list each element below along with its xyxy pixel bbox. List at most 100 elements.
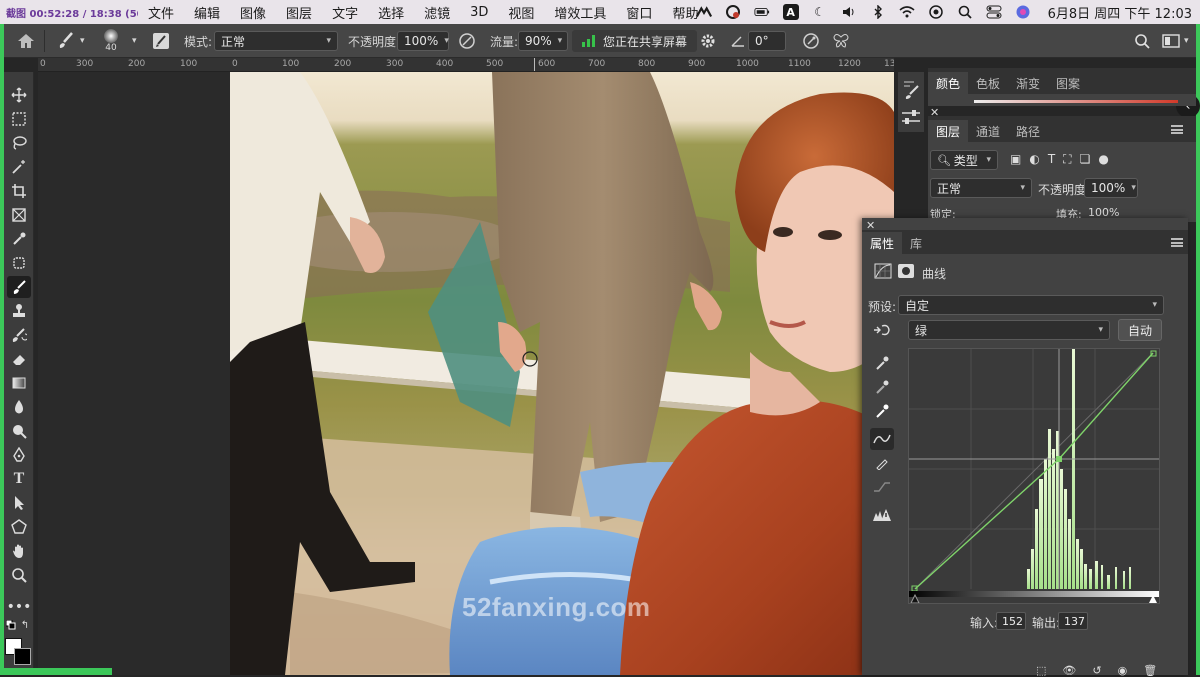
healing-brush-icon[interactable] xyxy=(7,252,31,274)
edit-points-curve-icon[interactable] xyxy=(870,428,894,450)
curve-control-point[interactable] xyxy=(1056,456,1062,462)
reset-icon[interactable]: ↺ xyxy=(1092,664,1101,677)
smooth-curve-icon[interactable] xyxy=(870,476,894,498)
filter-pixel-icon[interactable]: ▣ xyxy=(1010,152,1021,167)
crop-tool-icon[interactable] xyxy=(7,180,31,202)
menu-3d[interactable]: 3D xyxy=(470,5,488,20)
color-slider[interactable] xyxy=(974,100,1178,103)
path-selection-icon[interactable] xyxy=(7,492,31,514)
symmetry-butterfly-icon[interactable] xyxy=(832,24,850,58)
menu-select[interactable]: 选择 xyxy=(378,3,404,22)
frame-tool-icon[interactable] xyxy=(7,204,31,226)
blend-mode-select[interactable]: 正常 ▾ xyxy=(930,178,1032,198)
clipping-warning-icon[interactable] xyxy=(870,504,894,526)
menu-file[interactable]: 文件 xyxy=(148,3,174,22)
tab-patterns[interactable]: 图案 xyxy=(1048,72,1088,94)
home-icon[interactable] xyxy=(16,24,36,58)
tab-libraries[interactable]: 库 xyxy=(902,232,930,254)
zoom-tool-icon[interactable] xyxy=(7,564,31,586)
sample-highlights-eyedropper-icon[interactable] xyxy=(870,400,894,422)
workspace-icon[interactable] xyxy=(1162,24,1180,58)
clock[interactable]: 6月8日 周四 下午 12:03 xyxy=(1048,3,1192,22)
menu-window[interactable]: 窗口 xyxy=(626,3,652,22)
auto-button[interactable]: 自动 xyxy=(1118,319,1162,341)
more-tools-icon[interactable]: ••• xyxy=(7,596,32,618)
tab-swatches[interactable]: 色板 xyxy=(968,72,1008,94)
filter-shape-icon[interactable]: ⛶ xyxy=(1063,152,1071,167)
pressure-size-icon[interactable] xyxy=(802,24,820,58)
gear-icon[interactable] xyxy=(700,24,716,58)
blur-tool-icon[interactable] xyxy=(7,396,31,418)
layer-mask-icon[interactable] xyxy=(898,264,914,278)
trash-icon[interactable]: 🗑︎ xyxy=(1143,664,1157,677)
menu-filter[interactable]: 滤镜 xyxy=(424,3,450,22)
tab-properties[interactable]: 属性 xyxy=(862,232,903,254)
adjustments-sliders-icon[interactable] xyxy=(900,108,922,126)
hand-tool-icon[interactable] xyxy=(7,540,31,562)
stamp-tool-icon[interactable] xyxy=(7,300,31,322)
document-canvas[interactable]: 52fanxing.com xyxy=(38,72,894,675)
shape-tool-icon[interactable] xyxy=(7,516,31,538)
siri-icon[interactable] xyxy=(1015,4,1031,20)
filter-adjustment-icon[interactable]: ◐ xyxy=(1029,152,1039,167)
tab-channels[interactable]: 通道 xyxy=(968,120,1008,142)
swap-colors-icon[interactable]: ↰ xyxy=(20,620,30,631)
sample-midtones-eyedropper-icon[interactable] xyxy=(870,376,894,398)
chevron-down-icon[interactable]: ▾ xyxy=(1184,24,1189,58)
wifi-icon[interactable] xyxy=(899,4,915,20)
brush-settings-icon[interactable] xyxy=(152,24,170,58)
background-color-swatch[interactable] xyxy=(14,648,31,665)
app-name[interactable]: 截图 00:52:28 / 18:38 (50%) xyxy=(6,5,138,20)
menu-plugins[interactable]: 增效工具 xyxy=(554,3,606,22)
spotlight-search-icon[interactable] xyxy=(957,4,973,20)
dodge-tool-icon[interactable] xyxy=(7,420,31,442)
brush-tool-preset-icon[interactable]: ▾ xyxy=(56,24,85,58)
input-method-icon[interactable]: A xyxy=(782,4,799,20)
battery-icon[interactable] xyxy=(754,4,770,20)
angle-input[interactable]: 0° xyxy=(748,31,786,51)
creative-cloud-icon[interactable] xyxy=(725,4,741,20)
menu-image[interactable]: 图像 xyxy=(240,3,266,22)
layer-opacity-input[interactable]: 100% ▾ xyxy=(1084,178,1138,198)
on-image-adjust-icon[interactable] xyxy=(872,322,892,338)
chevron-down-icon[interactable]: ▾ xyxy=(132,24,137,58)
tab-layers[interactable]: 图层 xyxy=(928,120,969,142)
marquee-tool-icon[interactable] xyxy=(7,108,31,130)
default-colors-icon[interactable] xyxy=(6,620,16,630)
moon-icon[interactable]: ☾ xyxy=(812,4,828,20)
record-icon[interactable] xyxy=(928,4,944,20)
brush-size-picker[interactable]: 40 xyxy=(104,24,118,58)
gradient-tool-icon[interactable] xyxy=(7,372,31,394)
eraser-tool-icon[interactable] xyxy=(7,348,31,370)
brush-tool-icon[interactable] xyxy=(7,276,31,298)
visibility-eye-icon[interactable]: 👁︎ xyxy=(1062,664,1076,677)
magic-wand-icon[interactable] xyxy=(7,156,31,178)
app-logo-icon[interactable] xyxy=(695,4,712,20)
search-icon[interactable] xyxy=(1134,24,1150,58)
lasso-tool-icon[interactable] xyxy=(7,132,31,154)
move-tool-icon[interactable] xyxy=(7,84,31,106)
tab-paths[interactable]: 路径 xyxy=(1008,120,1048,142)
menu-edit[interactable]: 编辑 xyxy=(194,3,220,22)
pen-tool-icon[interactable] xyxy=(7,444,31,466)
tab-color[interactable]: 颜色 xyxy=(928,72,969,94)
curves-graph[interactable] xyxy=(908,348,1160,604)
panel-menu-icon[interactable] xyxy=(1171,125,1183,134)
layer-filter-select[interactable]: 🔍︎ 类型 ▾ xyxy=(930,150,998,170)
menu-layer[interactable]: 图层 xyxy=(286,3,312,22)
sample-shadows-eyedropper-icon[interactable] xyxy=(870,352,894,374)
menu-help[interactable]: 帮助 xyxy=(672,3,698,22)
eyedropper-tool-icon[interactable] xyxy=(7,228,31,250)
opacity-input[interactable]: 100% ▾ xyxy=(397,31,449,51)
volume-icon[interactable] xyxy=(841,4,857,20)
history-brush-icon[interactable] xyxy=(7,324,31,346)
output-value-field[interactable]: 137 xyxy=(1058,612,1088,630)
pressure-opacity-icon[interactable] xyxy=(458,24,476,58)
tab-gradients[interactable]: 渐变 xyxy=(1008,72,1048,94)
input-value-field[interactable]: 152 xyxy=(996,612,1026,630)
mode-select[interactable]: 正常 ▾ xyxy=(214,31,338,51)
clip-to-layer-icon[interactable]: ⬚ xyxy=(1036,664,1046,677)
photo-layer[interactable] xyxy=(230,72,894,675)
type-tool-icon[interactable]: T xyxy=(7,468,31,490)
filter-type-icon[interactable]: T xyxy=(1048,152,1055,167)
